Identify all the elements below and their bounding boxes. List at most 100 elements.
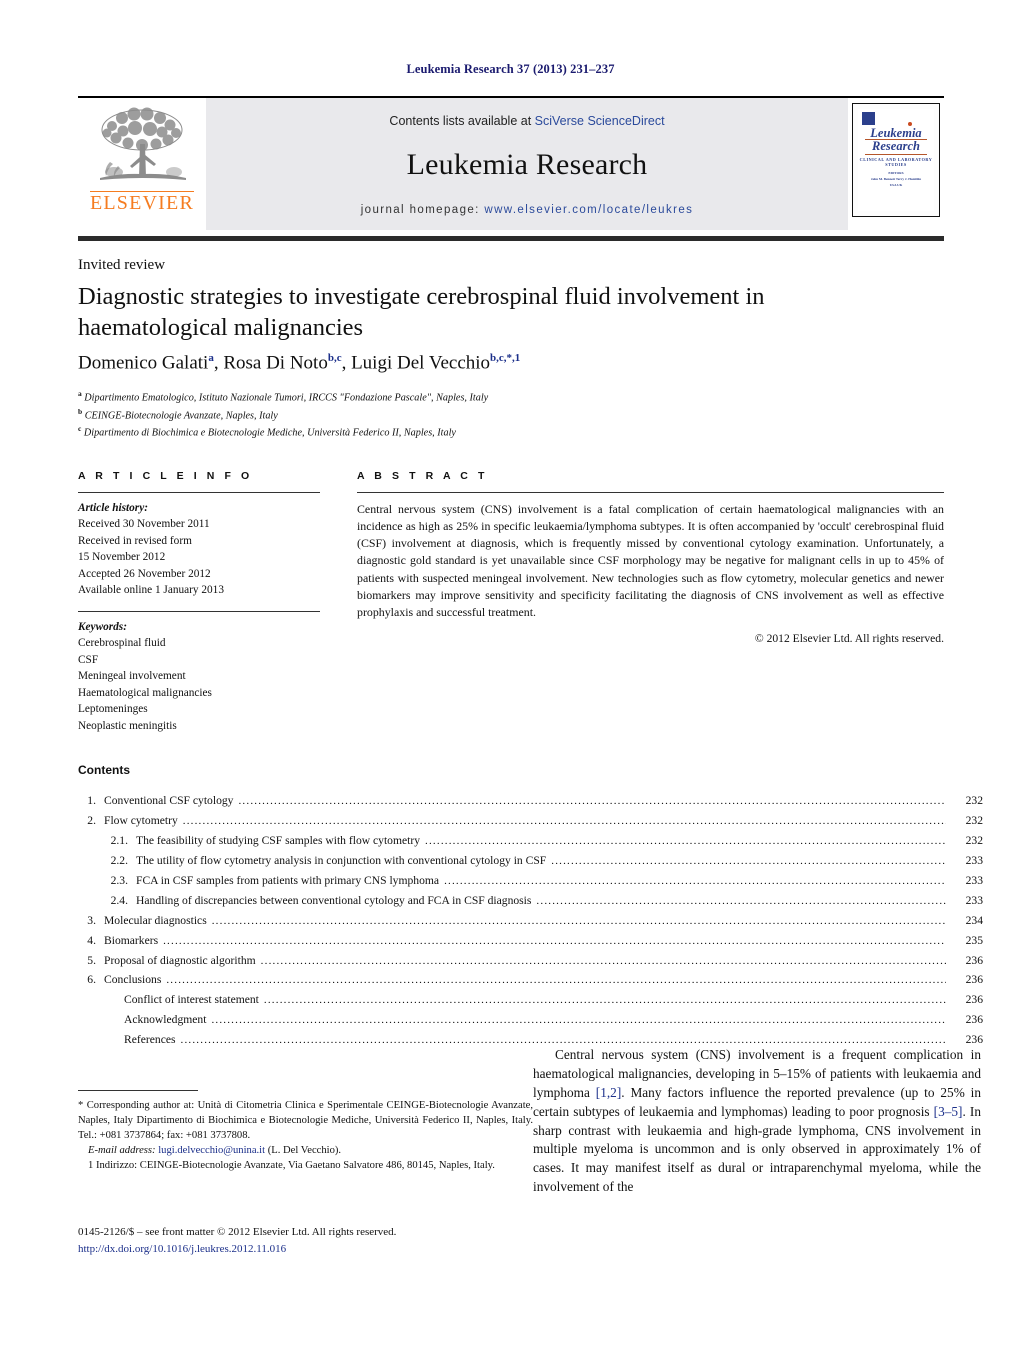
toc-page-number: 233 — [965, 893, 983, 907]
toc-row[interactable]: 2.2. The utility of flow cytometry analys… — [78, 851, 983, 871]
toc-page-number: 236 — [965, 993, 983, 1007]
email-note: E-mail address: lugi.delvecchio@unina.it… — [78, 1143, 533, 1158]
toc-row[interactable]: 2.3. FCA in CSF samples from patients wit… — [78, 871, 983, 891]
abstract-body: Central nervous system (CNS) involvement… — [357, 502, 944, 619]
toc-leader-dots: ........................................… — [163, 934, 946, 947]
email-link[interactable]: lugi.delvecchio@unina.it — [158, 1145, 265, 1156]
toc-number: 2.3. — [110, 873, 128, 887]
toc-label: The feasibility of studying CSF samples … — [136, 833, 421, 847]
keyword-item: Haematological malignancies — [78, 686, 212, 699]
article-type: Invited review — [78, 257, 166, 273]
corresponding-author-note: * Corresponding author at: Unità di Cito… — [78, 1100, 533, 1142]
toc-page-number: 236 — [965, 973, 983, 987]
affiliation-list: a Dipartimento Ematologico, Istituto Naz… — [78, 388, 878, 441]
toc-page-number: 236 — [965, 953, 983, 967]
cover-inner: Leukemia Research CLINICAL AND LABORATOR… — [858, 109, 934, 211]
toc-label: The utility of flow cytometry analysis i… — [136, 853, 547, 867]
homepage-prefix: journal homepage: — [360, 204, 485, 216]
contents-available-prefix: Contents lists available at — [389, 114, 535, 128]
toc-row[interactable]: 2. Flow cytometry........................… — [78, 811, 983, 831]
footnote-block: * Corresponding author at: Unità di Cito… — [78, 1090, 533, 1173]
abstract-copyright: © 2012 Elsevier Ltd. All rights reserved… — [754, 631, 944, 645]
toc-leader-dots: ........................................… — [238, 795, 946, 807]
toc-row[interactable]: Acknowledgment..........................… — [78, 1010, 983, 1030]
toc-leader-dots: ........................................… — [263, 994, 946, 1007]
toc-label: Proposal of diagnostic algorithm — [104, 953, 256, 967]
toc-row[interactable]: 5. Proposal of diagnostic algorithm......… — [78, 951, 983, 971]
issn-line: 0145-2126/$ – see front matter © 2012 El… — [78, 1226, 397, 1238]
cover-badge-icon — [862, 112, 875, 125]
affiliation-item: c Dipartimento di Biochimica e Biotecnol… — [78, 423, 878, 441]
keyword-item: Meningeal involvement — [78, 670, 186, 683]
toc-label: Acknowledgment — [124, 1013, 207, 1027]
cover-editors: EDITORS John M. Bennett Terry J. Hamblin U… — [870, 171, 922, 187]
toc-page-number: 232 — [965, 833, 983, 847]
citation-ref-2[interactable]: [3–5] — [934, 1104, 963, 1119]
masthead-center: Contents lists available at SciVerse Sci… — [206, 96, 848, 230]
abstract-rule — [357, 492, 944, 493]
toc-leader-dots: ........................................… — [211, 914, 946, 927]
cover-rule-bottom — [865, 154, 927, 155]
keywords-label: Keywords: — [78, 620, 127, 633]
toc-row[interactable]: 3. Molecular diagnostics.................… — [78, 911, 983, 931]
address-note: 1 Indirizzo: CEINGE-Biotecnologie Avanza… — [88, 1160, 495, 1172]
toc-number: 1. — [87, 794, 96, 807]
toc-label: Biomarkers — [104, 933, 159, 947]
journal-cover-thumbnail: Leukemia Research CLINICAL AND LABORATOR… — [852, 103, 940, 217]
toc-leader-dots: ........................................… — [260, 954, 946, 967]
toc-label: Conflict of interest statement — [124, 993, 259, 1007]
citation-ref-1[interactable]: [1,2] — [596, 1085, 621, 1100]
contents-heading: Contents — [78, 763, 130, 777]
keyword-item: CSF — [78, 653, 99, 666]
footnote-rule — [78, 1090, 198, 1091]
toc-label: Conclusions — [104, 973, 162, 987]
article-info-heading: A R T I C L E I N F O — [78, 470, 253, 482]
toc-row[interactable]: 4. Biomarkers............................… — [78, 931, 983, 951]
keywords-block: Keywords: Cerebrospinal fluid CSF Mening… — [78, 619, 320, 734]
toc-row[interactable]: 6. Conclusions...........................… — [78, 970, 983, 990]
toc-label: Handling of discrepancies between conven… — [136, 893, 532, 907]
history-item: 15 November 2012 — [78, 551, 166, 564]
contents-available-line: Contents lists available at SciVerse Sci… — [389, 114, 664, 128]
affiliation-item: b CEINGE-Biotecnologie Avanzate, Naples,… — [78, 406, 878, 424]
abstract-heading: A B S T R A C T — [357, 470, 488, 482]
history-item: Received in revised form — [78, 534, 192, 547]
journal-cover-block: Leukemia Research CLINICAL AND LABORATOR… — [848, 96, 944, 230]
keywords-rule — [78, 610, 320, 612]
toc-row[interactable]: 1. Conventional CSF cytology.............… — [78, 791, 983, 811]
keyword-item: Leptomeninges — [78, 703, 148, 716]
toc-leader-dots: ........................................… — [551, 854, 946, 867]
article-info-column: A R T I C L E I N F O Article history: R… — [78, 470, 320, 734]
affiliation-text: Dipartimento Ematologico, Istituto Nazio… — [84, 392, 489, 404]
abstract-column: A B S T R A C T Central nervous system (… — [357, 470, 944, 645]
email-owner: (L. Del Vecchio). — [267, 1145, 342, 1157]
affiliation-marker: b — [78, 406, 83, 416]
toc-row[interactable]: Conflict of interest statement..........… — [78, 990, 983, 1010]
toc-page-number: 236 — [965, 1013, 983, 1027]
toc-number: 6. — [87, 973, 96, 987]
toc-leader-dots: ........................................… — [425, 834, 946, 847]
toc-row[interactable]: 2.4. Handling of discrepancies between co… — [78, 891, 983, 911]
homepage-url-link[interactable]: www.elsevier.com/locate/leukres — [484, 204, 693, 216]
keyword-item: Cerebrospinal fluid — [78, 637, 166, 650]
toc-page-number: 233 — [965, 853, 983, 867]
running-head: Leukemia Research 37 (2013) 231–237 — [406, 62, 615, 76]
toc-row[interactable]: 2.1. The feasibility of studying CSF samp… — [78, 831, 983, 851]
doi-link[interactable]: http://dx.doi.org/10.1016/j.leukres.2012… — [78, 1241, 396, 1258]
journal-masthead: ELSEVIER Contents lists available at Sci… — [78, 96, 944, 230]
toc-label: Molecular diagnostics — [104, 913, 207, 927]
journal-homepage-line: journal homepage: www.elsevier.com/locat… — [361, 204, 694, 216]
toc-leader-dots: ........................................… — [444, 874, 946, 887]
sciencedirect-link[interactable]: SciVerse ScienceDirect — [535, 114, 665, 128]
elsevier-tree-icon — [100, 107, 186, 180]
history-item: Accepted 26 November 2012 — [78, 567, 211, 580]
journal-article-page: Leukemia Research 37 (2013) 231–237 ELSE… — [0, 0, 1021, 1351]
cover-title-line1: Leukemia — [870, 126, 922, 140]
publisher-logo-block: ELSEVIER — [78, 96, 206, 230]
article-info-rule — [78, 492, 320, 493]
toc-leader-dots: ........................................… — [182, 814, 946, 827]
keyword-item: Neoplastic meningitis — [78, 719, 177, 732]
article-history-block: Article history: Received 30 November 20… — [78, 500, 320, 599]
affiliation-item: a Dipartimento Ematologico, Istituto Naz… — [78, 388, 878, 406]
affiliation-marker: a — [78, 389, 82, 398]
